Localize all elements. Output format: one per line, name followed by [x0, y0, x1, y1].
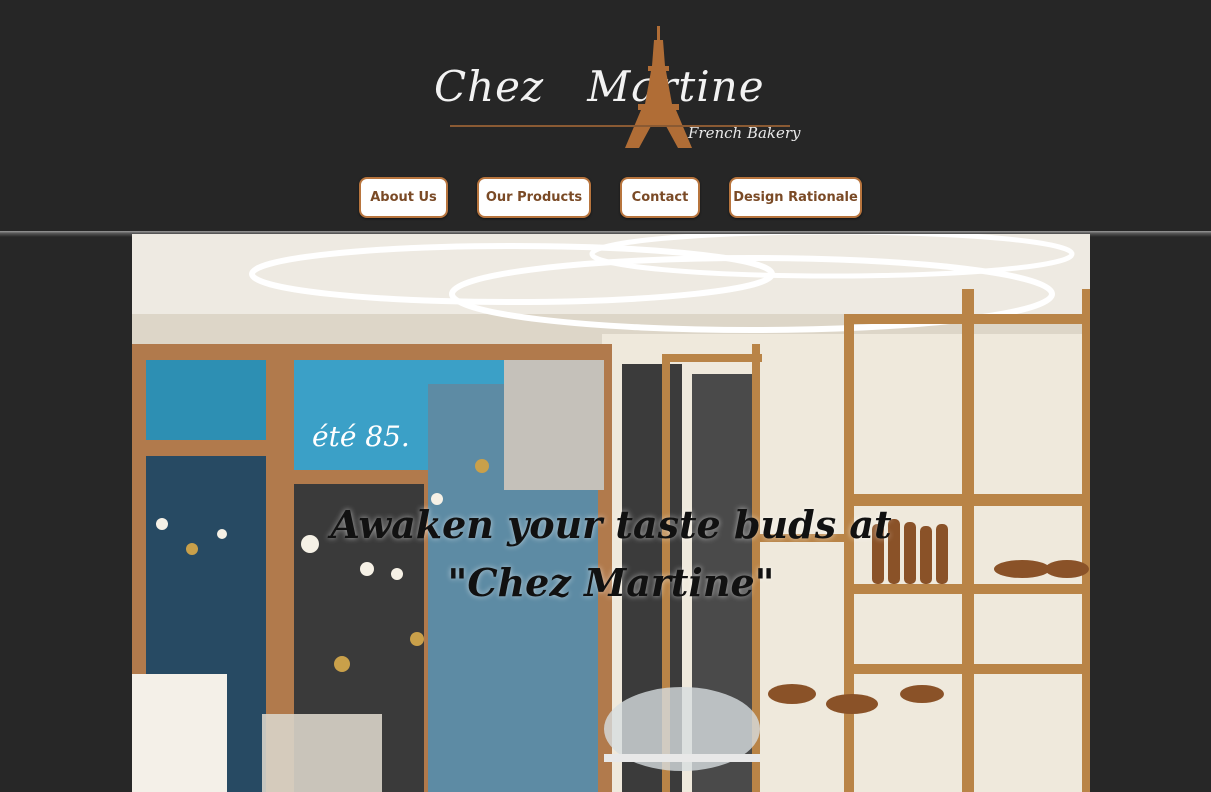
- hero-image: été 85. Awaken your taste buds at "Chez …: [132, 234, 1090, 792]
- window-sign-text: été 85.: [312, 420, 410, 453]
- nav-contact-button[interactable]: Contact: [620, 177, 700, 218]
- main-nav: About Us Our Products Contact Design Rat…: [0, 177, 1211, 222]
- nav-our-products-button[interactable]: Our Products: [477, 177, 591, 218]
- nav-design-rationale-button[interactable]: Design Rationale: [729, 177, 862, 218]
- logo-tagline: French Bakery: [688, 124, 801, 142]
- hero-tagline: Awaken your taste buds at "Chez Martine": [132, 496, 1090, 612]
- hero-tagline-line1: Awaken your taste buds at: [330, 502, 892, 547]
- hero-tagline-line2: "Chez Martine": [447, 560, 775, 605]
- logo-wordmark: Chez Martine: [434, 62, 765, 111]
- logo-word-chez: Chez: [434, 62, 545, 111]
- site-header: Chez Martine French Bakery About Us Our …: [0, 0, 1211, 234]
- nav-about-us-button[interactable]: About Us: [359, 177, 448, 218]
- chez-martine-logo[interactable]: Chez Martine French Bakery: [430, 24, 801, 152]
- eiffel-tower-icon: [625, 26, 692, 148]
